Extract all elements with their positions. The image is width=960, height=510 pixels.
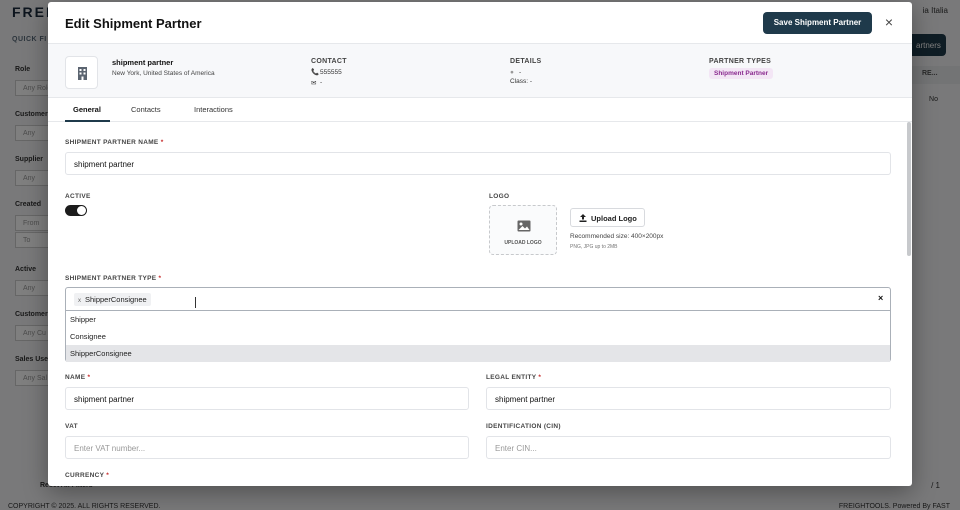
building-icon: [78, 67, 87, 80]
email-icon: ✉: [311, 80, 317, 87]
globe-icon: ●: [510, 69, 514, 76]
chip-remove-icon[interactable]: x: [78, 298, 81, 304]
save-button[interactable]: Save Shipment Partner: [763, 12, 872, 34]
partner-name: shipment partner: [112, 58, 174, 67]
legal-entity-label: LEGAL ENTITY *: [486, 374, 541, 381]
avatar: [65, 56, 98, 89]
upload-button-label: Upload Logo: [591, 214, 637, 223]
partner-type-badge: Shipment Partner: [709, 68, 774, 79]
label-text: NAME: [65, 374, 86, 381]
image-icon: [517, 220, 531, 232]
partner-name-input[interactable]: shipment partner: [65, 152, 891, 175]
logo-label: LOGO: [489, 193, 510, 200]
cin-label: IDENTIFICATION (CIN): [486, 423, 561, 430]
phone-icon: 📞: [311, 69, 320, 76]
details-label: DETAILS: [510, 58, 542, 65]
upload-logo-caption: UPLOAD LOGO: [504, 240, 542, 246]
partner-type-options: Shipper Consignee ShipperConsignee: [65, 311, 891, 362]
required-mark: *: [87, 374, 91, 381]
required-mark: *: [160, 139, 164, 146]
contact-label: CONTACT: [311, 58, 347, 65]
tab-interactions[interactable]: Interactions: [194, 105, 233, 114]
logo-dropzone[interactable]: UPLOAD LOGO: [489, 205, 557, 255]
active-label: ACTIVE: [65, 193, 91, 200]
contact-name-input[interactable]: shipment partner: [65, 387, 469, 410]
vat-label: VAT: [65, 423, 78, 430]
edit-partner-modal: Edit Shipment Partner Save Shipment Part…: [48, 2, 912, 486]
tab-contacts[interactable]: Contacts: [131, 105, 161, 114]
label-text: SHIPMENT PARTNER NAME: [65, 139, 159, 146]
clear-selection-icon[interactable]: ×: [878, 293, 883, 303]
currency-label: CURRENCY *: [65, 472, 109, 479]
tab-bar: General Contacts Interactions: [48, 98, 912, 122]
details-web: -: [519, 69, 522, 76]
close-icon[interactable]: ×: [882, 15, 896, 29]
modal-header: Edit Shipment Partner Save Shipment Part…: [48, 2, 912, 44]
cin-input[interactable]: Enter CIN...: [486, 436, 891, 459]
selected-type-chip: x ShipperConsignee: [74, 293, 151, 306]
legal-entity-input[interactable]: shipment partner: [486, 387, 891, 410]
text-cursor: [195, 297, 196, 308]
partner-types-label: PARTNER TYPES: [709, 58, 772, 65]
logo-format-hint: PNG, JPG up to 2MB: [570, 244, 618, 250]
active-toggle[interactable]: [65, 205, 87, 216]
chip-label: ShipperConsignee: [85, 295, 147, 304]
upload-logo-button[interactable]: Upload Logo: [570, 208, 645, 227]
partner-type-label: SHIPMENT PARTNER TYPE *: [65, 275, 161, 282]
modal-title: Edit Shipment Partner: [65, 16, 202, 31]
partner-location: New York, United States of America: [112, 70, 215, 77]
email-value: -: [320, 79, 323, 86]
partner-type-multiselect[interactable]: x ShipperConsignee ×: [65, 287, 891, 311]
form-body: SHIPMENT PARTNER NAME * shipment partner…: [48, 122, 912, 486]
details-class: Class: -: [510, 78, 533, 85]
vat-input[interactable]: Enter VAT number...: [65, 436, 469, 459]
option-shipperconsignee[interactable]: ShipperConsignee: [66, 345, 890, 362]
option-shipper[interactable]: Shipper: [66, 311, 890, 328]
logo-size-hint: Recommended size: 400×200px: [570, 233, 664, 240]
required-mark: *: [538, 374, 542, 381]
label-text: SHIPMENT PARTNER TYPE: [65, 275, 157, 282]
tab-general[interactable]: General: [73, 105, 101, 114]
contact-name-label: NAME *: [65, 374, 90, 381]
partner-summary: shipment partner New York, United States…: [48, 44, 912, 98]
required-mark: *: [106, 472, 110, 479]
upload-icon: [579, 214, 587, 222]
label-text: CURRENCY: [65, 472, 105, 479]
label-text: LEGAL ENTITY: [486, 374, 537, 381]
required-mark: *: [158, 275, 162, 282]
phone-value: 555555: [320, 69, 342, 76]
partner-name-label: SHIPMENT PARTNER NAME *: [65, 139, 164, 146]
option-consignee[interactable]: Consignee: [66, 328, 890, 345]
